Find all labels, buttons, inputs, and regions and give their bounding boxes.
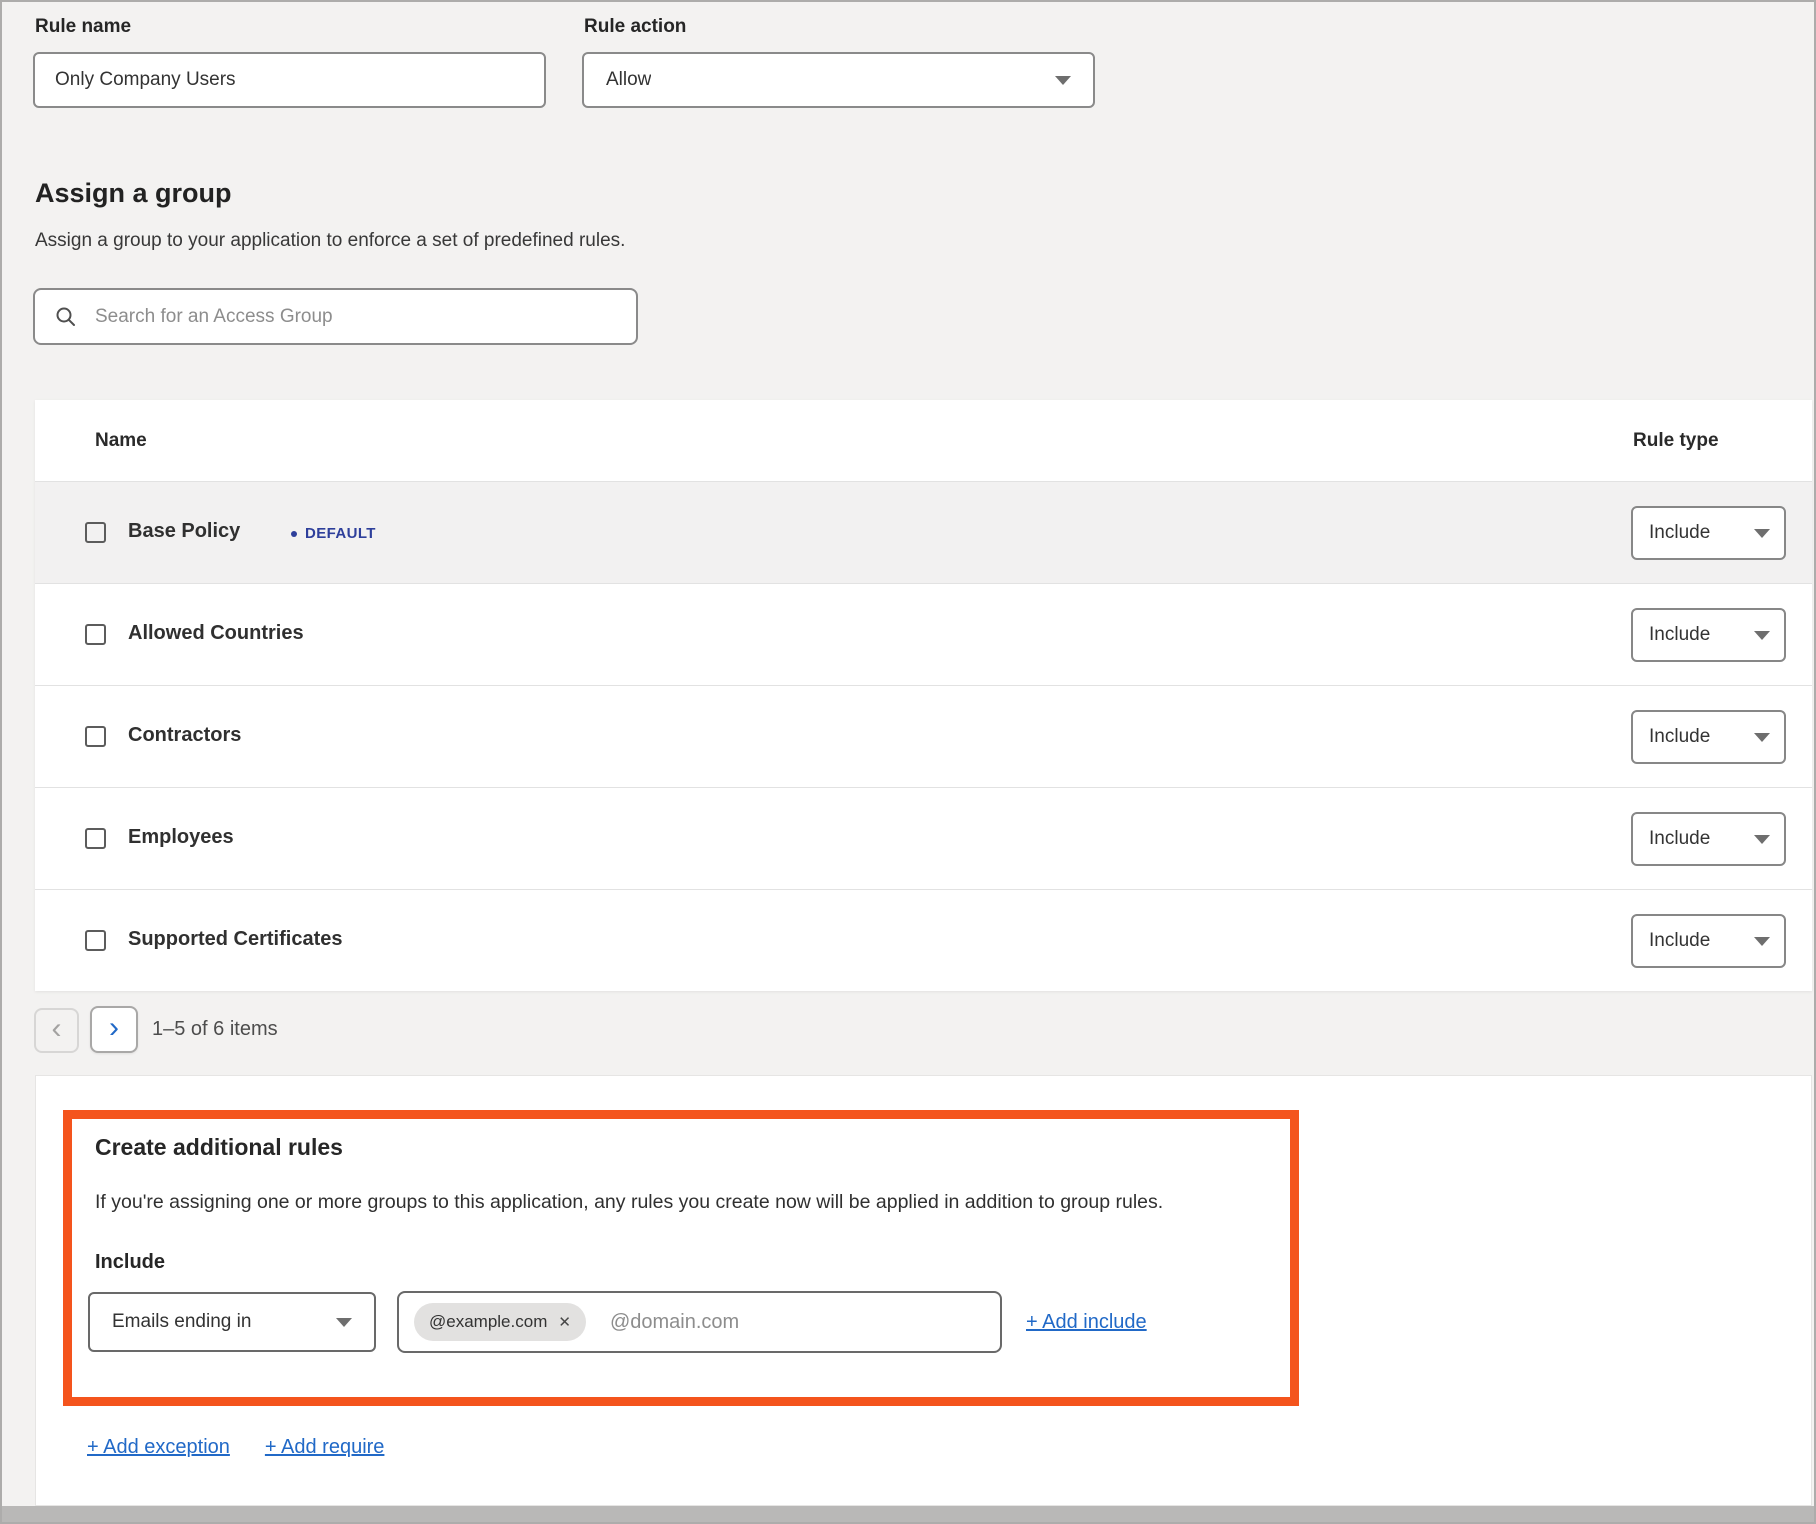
pagination-prev-button[interactable]: ‹: [34, 1008, 79, 1053]
rule-type-value: Include: [1649, 726, 1710, 748]
chip-label: @example.com: [429, 1312, 547, 1332]
chevron-down-icon: [1754, 835, 1770, 844]
add-exception-link[interactable]: + Add exception: [87, 1436, 230, 1459]
bottom-edge-strip: [2, 1506, 1814, 1522]
chevron-left-icon: ‹: [52, 1014, 62, 1044]
chevron-right-icon: ›: [109, 1013, 119, 1043]
table-row[interactable]: Base Policy DEFAULT Include: [35, 481, 1812, 583]
group-name: Base Policy: [128, 520, 240, 543]
row-checkbox[interactable]: [85, 828, 106, 849]
email-domain-input[interactable]: [608, 1310, 986, 1335]
row-checkbox[interactable]: [85, 624, 106, 645]
default-badge-label: DEFAULT: [305, 525, 376, 542]
table-row[interactable]: Contractors Include: [35, 685, 1812, 787]
rule-action-label: Rule action: [584, 16, 686, 38]
column-header-name: Name: [95, 430, 147, 452]
column-header-rule-type: Rule type: [1633, 430, 1719, 452]
add-require-link[interactable]: + Add require: [265, 1436, 385, 1459]
access-group-search[interactable]: [33, 288, 638, 345]
group-name: Supported Certificates: [128, 928, 342, 951]
rule-type-select[interactable]: Include: [1631, 812, 1786, 866]
include-rule-controls: Emails ending in @example.com ✕ + Add in…: [88, 1291, 1147, 1353]
rule-type-select[interactable]: Include: [1631, 608, 1786, 662]
rule-name-label: Rule name: [35, 16, 131, 38]
table-row[interactable]: Allowed Countries Include: [35, 583, 1812, 685]
additional-rules-heading: Create additional rules: [95, 1134, 343, 1161]
default-badge: DEFAULT: [291, 525, 376, 542]
email-domain-chip: @example.com ✕: [414, 1303, 586, 1341]
rule-type-select[interactable]: Include: [1631, 914, 1786, 968]
rule-links: + Add exception + Add require: [87, 1436, 384, 1459]
additional-rules-card: Create additional rules If you're assign…: [35, 1075, 1812, 1506]
group-name: Allowed Countries: [128, 622, 304, 645]
add-include-link[interactable]: + Add include: [1026, 1311, 1147, 1334]
chevron-down-icon: [1754, 529, 1770, 538]
rule-type-select[interactable]: Include: [1631, 710, 1786, 764]
search-icon: [55, 306, 77, 328]
rule-action-value: Allow: [606, 69, 651, 91]
assign-group-heading: Assign a group: [35, 178, 232, 209]
rule-type-value: Include: [1649, 624, 1710, 646]
group-name: Contractors: [128, 724, 241, 747]
assign-group-description: Assign a group to your application to en…: [35, 230, 625, 252]
default-badge-dot-icon: [291, 531, 297, 537]
chip-close-icon[interactable]: ✕: [558, 1315, 571, 1330]
condition-value: Emails ending in: [112, 1311, 251, 1333]
group-name: Employees: [128, 826, 234, 849]
additional-rules-highlight-box: Create additional rules If you're assign…: [63, 1110, 1299, 1406]
email-domain-tag-input[interactable]: @example.com ✕: [397, 1291, 1002, 1353]
rule-name-input[interactable]: [33, 52, 546, 108]
include-section-label: Include: [95, 1251, 165, 1274]
chevron-down-icon: [1754, 937, 1770, 946]
rule-type-value: Include: [1649, 522, 1710, 544]
row-checkbox[interactable]: [85, 726, 106, 747]
condition-select[interactable]: Emails ending in: [88, 1292, 376, 1352]
chevron-down-icon: [336, 1318, 352, 1327]
pagination-next-button[interactable]: ›: [90, 1006, 138, 1053]
chevron-down-icon: [1754, 733, 1770, 742]
pagination-label: 1–5 of 6 items: [152, 1018, 278, 1041]
access-groups-table: Name Rule type Base Policy DEFAULT Inclu…: [35, 400, 1812, 991]
search-input[interactable]: [93, 305, 622, 329]
chevron-down-icon: [1754, 631, 1770, 640]
row-checkbox[interactable]: [85, 930, 106, 951]
table-row[interactable]: Employees Include: [35, 787, 1812, 889]
table-header: Name Rule type: [35, 400, 1812, 481]
rule-type-value: Include: [1649, 930, 1710, 952]
rule-action-select[interactable]: Allow: [582, 52, 1095, 108]
row-checkbox[interactable]: [85, 522, 106, 543]
chevron-down-icon: [1055, 76, 1071, 85]
additional-rules-description: If you're assigning one or more groups t…: [95, 1191, 1163, 1214]
rule-type-value: Include: [1649, 828, 1710, 850]
rule-type-select[interactable]: Include: [1631, 506, 1786, 560]
table-row[interactable]: Supported Certificates Include: [35, 889, 1812, 991]
